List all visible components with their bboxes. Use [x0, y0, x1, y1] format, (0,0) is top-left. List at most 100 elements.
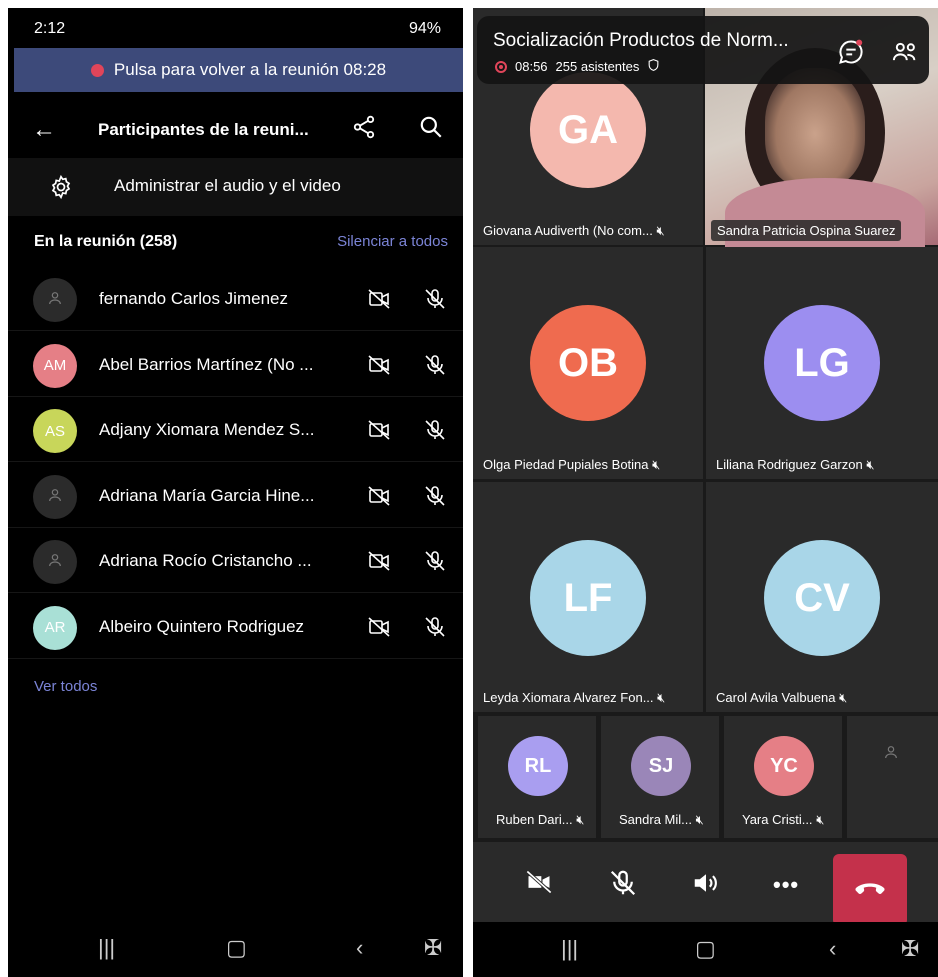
participant-label: Sandra Patricia Ospina Suarez: [711, 220, 902, 241]
see-all-link[interactable]: Ver todos: [34, 678, 97, 695]
recent-apps-icon[interactable]: |||: [98, 935, 115, 961]
participant-name: Abel Barrios Martínez (No ...: [99, 354, 314, 374]
search-icon[interactable]: [418, 114, 444, 145]
mic-off-icon[interactable]: [423, 285, 447, 318]
attendee-count: 255 asistentes: [555, 59, 640, 74]
meeting-title: Socialización Productos de Norm...: [493, 30, 789, 51]
share-icon[interactable]: [351, 114, 377, 145]
small-video-tile[interactable]: SJ Sandra Mil... 🔇︎: [601, 716, 719, 838]
mic-off-icon[interactable]: [423, 482, 447, 515]
avatar: [33, 540, 77, 584]
camera-off-icon[interactable]: [366, 484, 392, 513]
participant-name: Adriana María Garcia Hine...: [99, 485, 315, 505]
participant-row[interactable]: AS Adjany Xiomara Mendez S...: [8, 398, 463, 462]
participant-name: Adriana Rocío Cristancho ...: [99, 551, 312, 570]
call-controls: •••: [473, 842, 938, 926]
small-video-tile[interactable]: YC Yara Cristi... 🔇︎: [724, 716, 842, 838]
participant-label: Ruben Dari... 🔇︎: [496, 812, 585, 827]
gear-icon: [48, 174, 74, 205]
mic-off-icon: 🔇︎: [866, 457, 875, 472]
avatar: AR: [33, 605, 77, 650]
mic-off-icon: 🔇︎: [652, 457, 661, 472]
participant-face: [765, 68, 865, 188]
camera-off-icon[interactable]: [366, 353, 392, 382]
avatar: LG: [764, 305, 880, 421]
hangup-button[interactable]: [833, 854, 907, 926]
home-icon[interactable]: ▢: [695, 936, 716, 962]
mic-off-icon[interactable]: [423, 547, 447, 580]
participants-header: ← Participantes de la reuni...: [8, 100, 463, 158]
status-time: 2:12: [34, 20, 66, 37]
participant-label: Carol Avila Valbuena 🔇︎: [716, 690, 848, 705]
accessibility-icon[interactable]: ✠: [901, 936, 919, 962]
recent-apps-icon[interactable]: |||: [561, 936, 578, 962]
avatar: CV: [764, 540, 880, 656]
participant-name: fernando Carlos Jimenez: [99, 289, 288, 308]
person-icon: [47, 552, 63, 572]
participant-label: Giovana Audiverth (No com... 🔇︎: [483, 223, 665, 238]
back-arrow-icon[interactable]: ←: [32, 116, 56, 144]
meeting-info-bar: Socialización Productos de Norm... 08:56…: [477, 16, 929, 84]
return-to-meeting-text: Pulsa para volver a la reunión 08:28: [113, 60, 387, 79]
participant-row[interactable]: AR Albeiro Quintero Rodriguez: [8, 595, 463, 659]
status-bar: 2:12 94%: [8, 8, 463, 46]
mute-all-link[interactable]: Silenciar a todos: [337, 233, 448, 250]
status-battery: 94%: [409, 20, 441, 38]
more-icon[interactable]: •••: [773, 872, 799, 898]
participant-label: Liliana Rodriguez Garzon 🔇︎: [716, 457, 875, 472]
recording-dot-icon: [90, 63, 104, 77]
mic-off-icon: 🔇︎: [816, 812, 825, 827]
mic-off-icon[interactable]: [423, 416, 447, 449]
back-nav-icon[interactable]: ‹: [356, 935, 363, 961]
avatar: AS: [33, 409, 77, 453]
mic-off-icon[interactable]: [608, 868, 638, 903]
page-title: Participantes de la reuni...: [98, 120, 309, 139]
avatar: [33, 278, 77, 322]
chat-icon[interactable]: [837, 38, 865, 71]
mic-off-icon: 🔇︎: [657, 690, 666, 705]
accessibility-icon[interactable]: ✠: [424, 935, 442, 961]
person-icon: [47, 487, 63, 507]
shield-icon: [647, 58, 660, 75]
mic-off-icon: 🔇︎: [576, 812, 585, 827]
participant-label: Sandra Mil... 🔇︎: [619, 812, 704, 827]
camera-off-icon[interactable]: [366, 287, 392, 316]
hangup-icon: [855, 883, 885, 894]
avatar: [33, 474, 77, 519]
manage-audio-video[interactable]: Administrar el audio y el video: [8, 158, 463, 216]
participant-name: Albeiro Quintero Rodriguez: [99, 616, 305, 636]
camera-off-icon[interactable]: [366, 418, 392, 447]
mic-off-icon: 🔇︎: [656, 223, 665, 238]
person-icon: [47, 290, 63, 310]
mic-off-icon[interactable]: [423, 351, 447, 384]
participant-row[interactable]: AM Abel Barrios Martínez (No ...: [8, 333, 463, 397]
participant-row[interactable]: fernando Carlos Jimenez: [8, 267, 463, 331]
video-tile[interactable]: OB Olga Piedad Pupiales Botina 🔇︎: [473, 247, 703, 479]
video-tile[interactable]: CV Carol Avila Valbuena 🔇︎: [706, 482, 938, 712]
mic-off-icon[interactable]: [423, 613, 447, 646]
camera-off-icon[interactable]: [366, 615, 392, 644]
meeting-meta: 08:56 255 asistentes: [495, 58, 660, 75]
people-icon[interactable]: [891, 38, 919, 71]
small-video-tile[interactable]: [847, 716, 938, 838]
camera-off-icon[interactable]: [523, 868, 555, 901]
android-nav-bar: ||| ▢ ‹ ✠: [8, 919, 463, 977]
participant-label: Leyda Xiomara Alvarez Fon... 🔇︎: [483, 690, 666, 705]
home-icon[interactable]: ▢: [226, 935, 247, 961]
speaker-icon[interactable]: [691, 868, 721, 903]
video-tile[interactable]: LF Leyda Xiomara Alvarez Fon... 🔇︎: [473, 482, 703, 712]
camera-off-icon[interactable]: [366, 549, 392, 578]
battery-label: 94%: [408, 20, 441, 37]
small-video-tile[interactable]: RL Ruben Dari... 🔇︎: [478, 716, 596, 838]
android-nav-bar: ||| ▢ ‹ ✠: [473, 922, 938, 977]
participant-row[interactable]: Adriana María Garcia Hine...: [8, 464, 463, 528]
participant-row[interactable]: Adriana Rocío Cristancho ...: [8, 529, 463, 593]
participant-label: Olga Piedad Pupiales Botina 🔇︎: [483, 457, 661, 472]
back-nav-icon[interactable]: ‹: [829, 936, 836, 962]
avatar: LF: [530, 540, 646, 656]
participant-name: Adjany Xiomara Mendez S...: [99, 420, 315, 439]
avatar: GA: [530, 72, 646, 188]
video-tile[interactable]: LG Liliana Rodriguez Garzon 🔇︎: [706, 247, 938, 479]
meeting-elapsed: 08:56: [515, 59, 548, 74]
return-to-meeting-banner[interactable]: Pulsa para volver a la reunión 08:28: [14, 48, 463, 92]
